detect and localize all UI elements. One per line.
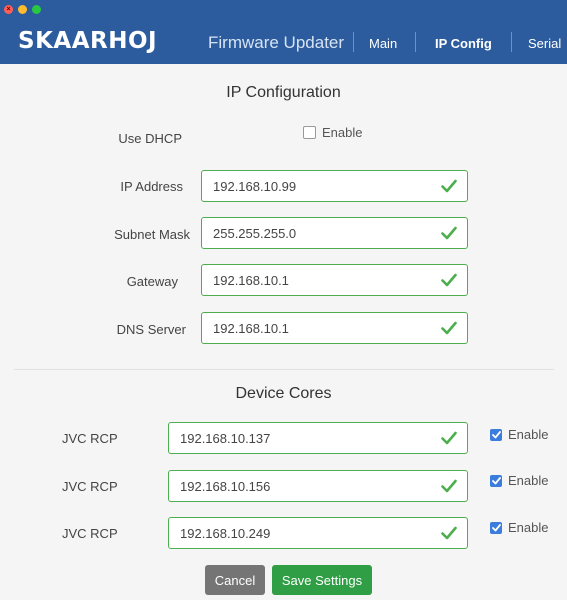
ip-config-title: IP Configuration	[226, 84, 341, 101]
nav-divider	[511, 32, 512, 52]
close-window-icon[interactable]: ×	[4, 5, 13, 14]
subnet-mask-input[interactable]	[213, 218, 425, 248]
checkmark-icon	[441, 479, 457, 493]
checkbox-checked-icon[interactable]	[490, 474, 502, 487]
device-core-label: JVC RCP	[62, 526, 118, 541]
device-core-ip-field[interactable]	[168, 517, 468, 549]
window-controls: ×	[4, 5, 41, 14]
checkmark-icon	[441, 526, 457, 540]
brand-logo: SKAARHOJ	[18, 28, 158, 54]
dns-server-input[interactable]	[213, 313, 425, 343]
checkmark-icon	[441, 273, 457, 287]
device-core-enable-label: Enable	[508, 520, 549, 535]
dns-server-label: DNS Server	[116, 322, 186, 337]
gateway-field[interactable]	[201, 264, 468, 296]
ip-address-field[interactable]	[201, 170, 468, 202]
dns-server-field[interactable]	[201, 312, 468, 344]
nav-divider	[353, 32, 354, 52]
ip-address-label: IP Address	[120, 179, 183, 194]
ip-address-input[interactable]	[213, 171, 425, 201]
dhcp-enable-checkbox[interactable]: Enable	[303, 125, 362, 140]
device-core-ip-field[interactable]	[168, 470, 468, 502]
checkmark-icon	[441, 226, 457, 240]
cancel-button[interactable]: Cancel	[205, 565, 265, 595]
nav-serial[interactable]: Serial	[528, 36, 561, 51]
nav-ip-config[interactable]: IP Config	[435, 36, 492, 51]
device-core-ip-input[interactable]	[180, 471, 419, 501]
device-core-label: JVC RCP	[62, 431, 118, 446]
gateway-input[interactable]	[213, 265, 425, 295]
dhcp-enable-label: Enable	[322, 125, 363, 140]
save-settings-button[interactable]: Save Settings	[272, 565, 372, 595]
checkbox-unchecked-icon[interactable]	[303, 126, 316, 139]
app-title: Firmware Updater	[208, 33, 345, 52]
device-core-enable-label: Enable	[508, 427, 549, 442]
checkmark-icon	[441, 431, 457, 445]
checkmark-icon	[441, 179, 457, 193]
device-core-ip-input[interactable]	[180, 518, 419, 548]
nav-divider	[415, 32, 416, 52]
zoom-window-icon[interactable]	[32, 5, 41, 14]
use-dhcp-label: Use DHCP	[118, 131, 182, 146]
device-cores-title: Device Cores	[235, 385, 332, 402]
device-core-enable-checkbox[interactable]: Enable	[490, 427, 548, 442]
app-header: × SKAARHOJ Firmware Updater Main IP Conf…	[0, 0, 567, 64]
device-core-label: JVC RCP	[62, 479, 118, 494]
device-core-enable-checkbox[interactable]: Enable	[490, 473, 548, 488]
subnet-mask-field[interactable]	[201, 217, 468, 249]
minimize-window-icon[interactable]	[18, 5, 27, 14]
device-core-enable-label: Enable	[508, 473, 549, 488]
section-divider	[14, 369, 554, 370]
gateway-label: Gateway	[126, 274, 178, 289]
nav-main[interactable]: Main	[369, 36, 397, 51]
checkbox-checked-icon[interactable]	[490, 428, 502, 441]
device-core-enable-checkbox[interactable]: Enable	[490, 520, 548, 535]
checkbox-checked-icon[interactable]	[490, 521, 502, 534]
checkmark-icon	[441, 321, 457, 335]
device-core-ip-input[interactable]	[180, 423, 419, 453]
device-core-ip-field[interactable]	[168, 422, 468, 454]
subnet-mask-label: Subnet Mask	[114, 227, 190, 242]
